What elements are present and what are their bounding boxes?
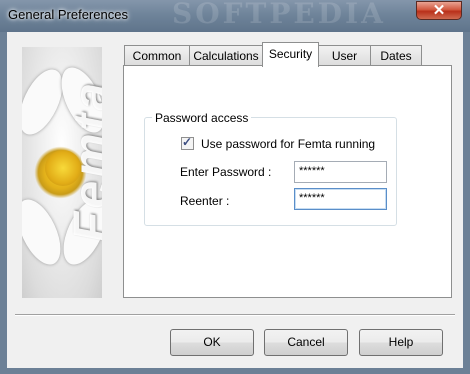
title-bar[interactable]: SOFTPEDIA General Preferences ✕ — [0, 0, 470, 32]
reenter-password-field[interactable]: ****** — [294, 188, 387, 210]
close-icon: ✕ — [432, 2, 446, 19]
tab-user-label: User — [331, 49, 358, 63]
femta-flower-image: Femta — [22, 47, 102, 298]
watermark: SOFTPEDIA — [172, 0, 386, 30]
window-title: General Preferences — [8, 7, 128, 22]
enter-password-label: Enter Password : — [180, 165, 272, 179]
tab-security-label: Security — [268, 47, 313, 61]
use-password-label[interactable]: Use password for Femta running — [201, 137, 375, 151]
ok-button[interactable]: OK — [170, 329, 254, 356]
help-button[interactable]: Help — [359, 329, 443, 356]
tab-user[interactable]: User — [318, 45, 371, 66]
checkmark-icon: ✓ — [182, 135, 193, 149]
enter-password-field[interactable]: ****** — [294, 161, 387, 183]
separator — [15, 314, 455, 316]
tab-security[interactable]: Security — [262, 42, 319, 67]
tab-calculations-label: Calculations — [193, 49, 259, 63]
password-access-title: Password access — [152, 111, 252, 125]
cancel-button[interactable]: Cancel — [264, 329, 348, 356]
femta-logo-text: Femta — [63, 79, 102, 243]
reenter-label: Reenter : — [180, 194, 230, 208]
tab-calculations[interactable]: Calculations — [189, 45, 263, 66]
tab-dates-label: Dates — [380, 49, 412, 63]
tab-dates[interactable]: Dates — [370, 45, 422, 66]
dialog-body: Femta Common Calculations Security User … — [7, 32, 463, 368]
use-password-checkbox[interactable]: ✓ — [181, 135, 194, 150]
close-button[interactable]: ✕ — [416, 1, 462, 20]
tab-common[interactable]: Common — [124, 45, 190, 66]
tab-common-label: Common — [132, 49, 182, 63]
